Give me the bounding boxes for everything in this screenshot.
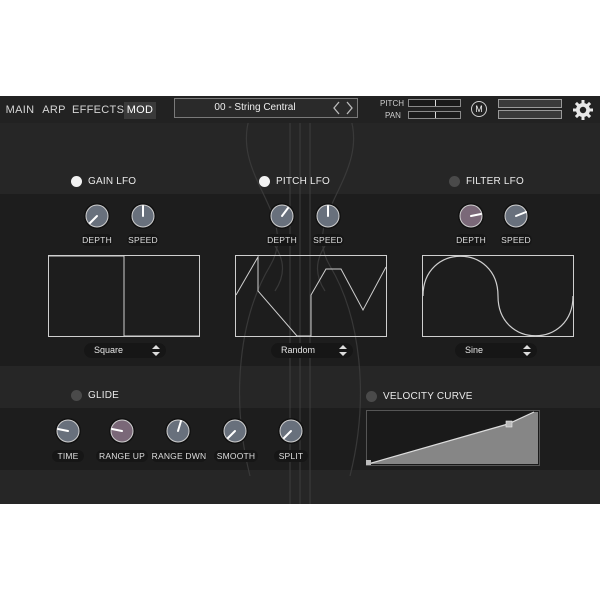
gain-waveform-value: Square (94, 345, 124, 355)
pitch-speed-label: SPEED (312, 234, 344, 246)
pan-label: PAN (385, 111, 401, 120)
filter-lfo-waveform-select[interactable]: Sine (455, 343, 537, 358)
glide-time-knob[interactable] (54, 417, 82, 445)
midi-button[interactable]: M (471, 101, 487, 117)
glide-time-label: TIME (52, 450, 84, 462)
top-bar: MAIN ARP EFFECTS MOD 00 - String Central… (0, 96, 600, 123)
pitch-lfo-title: PITCH LFO (276, 176, 331, 187)
level-bar-top (498, 99, 562, 108)
filter-speed-label: SPEED (500, 234, 532, 246)
pitch-lfo-waveform-select[interactable]: Random (271, 343, 353, 358)
gain-lfo-waveform-display (48, 255, 200, 337)
pitch-label: PITCH (380, 99, 404, 108)
gain-speed-knob[interactable] (129, 202, 157, 230)
gear-icon[interactable] (572, 99, 594, 121)
level-bar-bottom (498, 110, 562, 119)
preset-name: 00 - String Central (214, 102, 296, 113)
tab-main[interactable]: MAIN (4, 102, 36, 119)
glide-range-dwn-knob[interactable] (164, 417, 192, 445)
gain-speed-label: SPEED (127, 234, 159, 246)
filter-waveform-value: Sine (465, 345, 484, 355)
preset-prev-next-icon[interactable] (332, 100, 354, 116)
gain-lfo-title: GAIN LFO (88, 176, 137, 187)
velocity-start-handle (366, 460, 371, 465)
pitch-lfo-waveform-display (235, 255, 387, 337)
filter-depth-label: DEPTH (455, 234, 487, 246)
gain-lfo-waveform-select[interactable]: Square (84, 343, 166, 358)
glide-range-up-knob[interactable] (108, 417, 136, 445)
glide-toggle[interactable] (71, 390, 82, 401)
pan-meter-indicator (435, 112, 436, 118)
filter-depth-knob[interactable] (457, 202, 485, 230)
glide-range-dwn-label: RANGE DWN (151, 450, 207, 462)
gain-depth-label: DEPTH (81, 234, 113, 246)
velocity-curve-title: VELOCITY CURVE (383, 391, 473, 402)
updown-arrows-icon (339, 345, 347, 356)
glide-split-knob[interactable] (277, 417, 305, 445)
gain-depth-knob[interactable] (83, 202, 111, 230)
pitch-waveform-value: Random (281, 345, 316, 355)
velocity-curve-toggle[interactable] (366, 391, 377, 402)
filter-speed-knob[interactable] (502, 202, 530, 230)
tab-mod[interactable]: MOD (124, 102, 156, 119)
tab-effects[interactable]: EFFECTS (72, 102, 124, 119)
pitch-speed-knob[interactable] (314, 202, 342, 230)
plugin-window: MAIN ARP EFFECTS MOD 00 - String Central… (0, 96, 600, 504)
pitch-meter-indicator (435, 100, 436, 106)
filter-lfo-title: FILTER LFO (466, 176, 524, 187)
preset-selector[interactable]: 00 - String Central (174, 98, 358, 118)
glide-range-up-label: RANGE UP (96, 450, 148, 462)
velocity-curve-editor[interactable] (366, 410, 540, 466)
velocity-mid-handle (505, 420, 513, 428)
filter-lfo-waveform-display (422, 255, 574, 337)
glide-title: GLIDE (88, 390, 120, 401)
filter-lfo-toggle[interactable] (449, 176, 460, 187)
glide-split-label: SPLIT (274, 450, 308, 462)
pan-meter[interactable] (408, 111, 461, 119)
pitch-meter[interactable] (408, 99, 461, 107)
pitch-depth-label: DEPTH (266, 234, 298, 246)
pitch-depth-knob[interactable] (268, 202, 296, 230)
updown-arrows-icon (152, 345, 160, 356)
glide-smooth-label: SMOOTH (214, 450, 258, 462)
pitch-lfo-toggle[interactable] (259, 176, 270, 187)
glide-smooth-knob[interactable] (221, 417, 249, 445)
gain-lfo-toggle[interactable] (71, 176, 82, 187)
tab-arp[interactable]: ARP (42, 102, 66, 119)
updown-arrows-icon (523, 345, 531, 356)
